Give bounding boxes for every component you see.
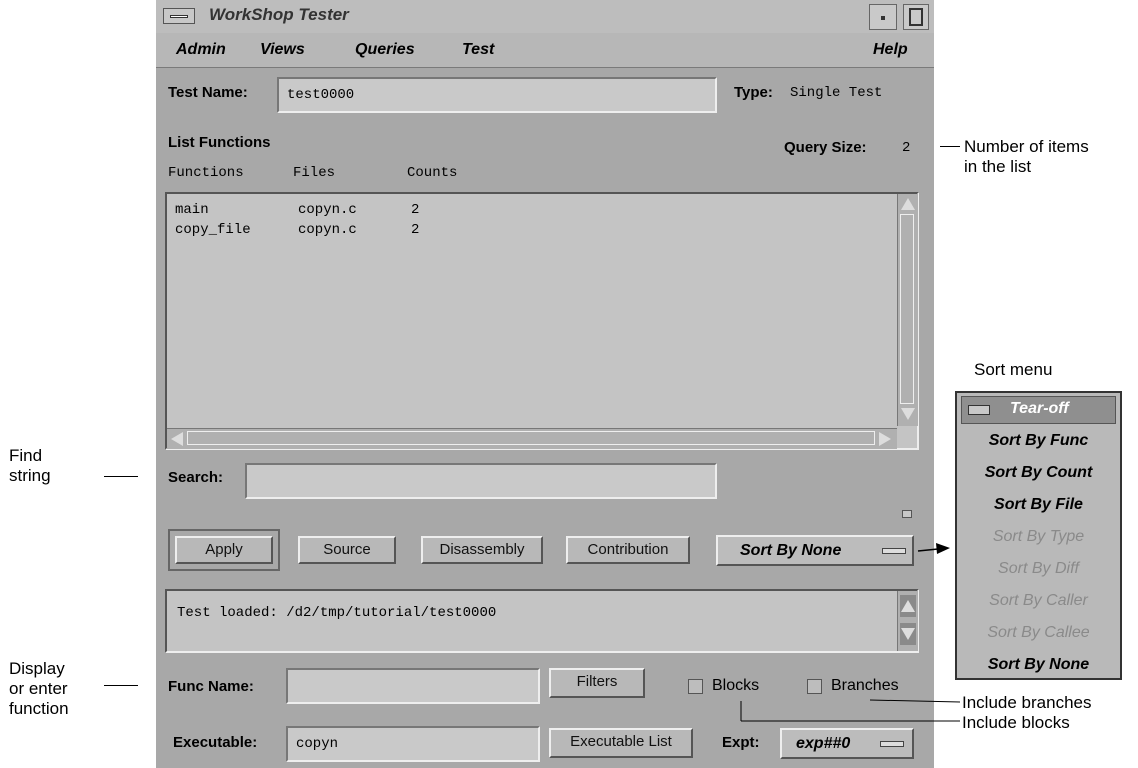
sort-by-callee-item: Sort By Callee: [987, 624, 1090, 641]
sort-by-caller-item: Sort By Caller: [989, 592, 1088, 609]
sort-menu: Tear-off Sort By Func Sort By Count Sort…: [955, 391, 1122, 680]
sort-by-file-item[interactable]: Sort By File: [957, 496, 1120, 514]
sort-by-diff-item: Sort By Diff: [998, 560, 1079, 577]
tear-off-label: Tear-off: [1010, 400, 1069, 417]
sort-by-count-item[interactable]: Sort By Count: [957, 464, 1120, 482]
tear-off-item[interactable]: Tear-off: [961, 396, 1116, 424]
sort-by-type-item: Sort By Type: [992, 528, 1085, 545]
tear-off-menu-icon: [968, 405, 990, 415]
sort-menu-caption: Sort menu: [974, 360, 1053, 379]
sort-by-none-item[interactable]: Sort By None: [957, 656, 1120, 674]
sort-by-func-item[interactable]: Sort By Func: [957, 432, 1120, 450]
